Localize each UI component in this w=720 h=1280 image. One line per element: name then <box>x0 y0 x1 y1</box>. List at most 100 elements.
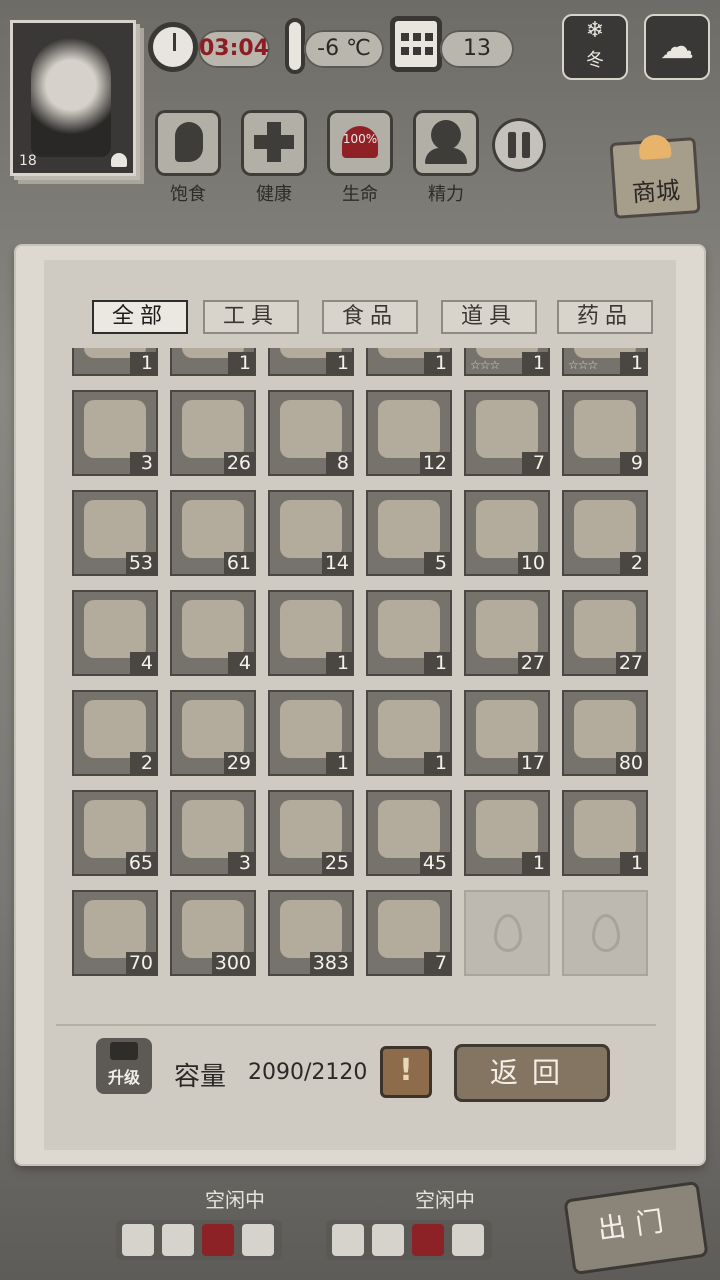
drop-icon <box>494 914 522 952</box>
inventory-slot[interactable]: 1 <box>268 348 354 376</box>
inventory-slot[interactable]: 8 <box>268 390 354 476</box>
season-button[interactable]: ❄ 冬 <box>562 14 628 80</box>
energy-button[interactable] <box>413 110 479 176</box>
inventory-slot[interactable]: 7 <box>464 390 550 476</box>
coal-item-icon <box>476 500 538 558</box>
stomach-icon <box>175 122 203 162</box>
inventory-slot[interactable]: 4 <box>170 590 256 676</box>
character-level: 18 <box>19 153 37 169</box>
item-count: 1 <box>424 752 450 774</box>
item-count: 3 <box>130 452 156 474</box>
inventory-slot[interactable]: 61 <box>170 490 256 576</box>
inventory-slot[interactable]: 4 <box>72 590 158 676</box>
person-icon <box>431 120 461 150</box>
inventory-grid[interactable]: 1 1 1 1 ☆☆☆ 1 ☆☆☆ 1 3 26 8 12 7 9 53 61 14 5 10 2 4 4 1 1 27 27 2 2… <box>72 348 648 998</box>
inventory-slot[interactable]: ☆☆☆ 1 <box>464 348 550 376</box>
inventory-slot[interactable]: 1 <box>268 690 354 776</box>
tab-medicine[interactable]: 药品 <box>557 300 653 334</box>
inventory-slot[interactable]: 1 <box>268 590 354 676</box>
tab-props[interactable]: 道具 <box>441 300 537 334</box>
companion-stats-2[interactable] <box>326 1220 492 1260</box>
heart-icon: 100% <box>342 126 378 158</box>
inventory-slot[interactable]: 3 <box>72 390 158 476</box>
inventory-slot[interactable]: 26 <box>170 390 256 476</box>
inventory-slot[interactable]: 12 <box>366 390 452 476</box>
item-count: 29 <box>223 752 254 774</box>
tab-food[interactable]: 食品 <box>322 300 418 334</box>
inventory-slot[interactable]: 7 <box>366 890 452 976</box>
item-stars: ☆☆☆ <box>470 358 500 372</box>
item-count: 300 <box>211 952 254 974</box>
snowflake-icon: ❄ <box>585 18 605 43</box>
life-button[interactable]: 100% <box>327 110 393 176</box>
stone-item-icon <box>574 500 636 558</box>
weather-button[interactable]: ☁ <box>644 14 710 80</box>
empty-slot[interactable] <box>562 890 648 976</box>
inventory-slot[interactable]: 1 <box>562 790 648 876</box>
tab-all[interactable]: 全部 <box>92 300 188 334</box>
item-count: 65 <box>125 852 156 874</box>
hunger-button[interactable] <box>155 110 221 176</box>
inventory-slot[interactable]: 3 <box>170 790 256 876</box>
inventory-slot[interactable]: 10 <box>464 490 550 576</box>
character-face-icon <box>31 37 111 157</box>
inventory-slot[interactable]: 27 <box>464 590 550 676</box>
item-count: 1 <box>620 852 646 874</box>
inventory-slot[interactable]: 1 <box>366 590 452 676</box>
fishing-rod-item-icon <box>574 800 636 858</box>
item-count: 9 <box>620 452 646 474</box>
tab-tools[interactable]: 工具 <box>203 300 299 334</box>
exit-button[interactable]: 出门 <box>563 1180 709 1276</box>
inventory-slot[interactable]: 5 <box>366 490 452 576</box>
shop-button[interactable]: 商城 <box>609 133 701 219</box>
inventory-slot[interactable]: 2 <box>72 690 158 776</box>
season-label: 冬 <box>586 50 604 71</box>
character-portrait[interactable]: 18 <box>10 20 136 176</box>
mushroom-item-icon <box>574 600 636 658</box>
inventory-slot[interactable]: 70 <box>72 890 158 976</box>
item-count: 61 <box>223 552 254 574</box>
upgrade-label: 升级 <box>107 1068 140 1087</box>
heart-icon <box>412 1224 444 1256</box>
item-count: 10 <box>517 552 548 574</box>
inventory-slot[interactable]: 80 <box>562 690 648 776</box>
back-button[interactable]: 返回 <box>454 1044 610 1102</box>
time-pill: 03:04 <box>198 30 270 68</box>
inventory-slot[interactable]: 65 <box>72 790 158 876</box>
inventory-slot[interactable]: 45 <box>366 790 452 876</box>
inventory-slot[interactable]: 9 <box>562 390 648 476</box>
inventory-slot[interactable]: 27 <box>562 590 648 676</box>
inventory-slot[interactable]: 14 <box>268 490 354 576</box>
inventory-slot[interactable]: 383 <box>268 890 354 976</box>
item-count: 1 <box>228 352 254 374</box>
day-pill: 13 <box>440 30 514 68</box>
craft-box-item-icon <box>378 800 440 858</box>
inventory-slot[interactable]: 2 <box>562 490 648 576</box>
item-count: 4 <box>228 652 254 674</box>
inventory-slot[interactable]: 300 <box>170 890 256 976</box>
capacity-label: 容量 <box>174 1062 227 1092</box>
companion-stats-1[interactable] <box>116 1220 282 1260</box>
salt-powder-item-icon <box>476 600 538 658</box>
health-button[interactable] <box>241 110 307 176</box>
inventory-slot[interactable]: 1 <box>366 348 452 376</box>
pause-button[interactable] <box>492 118 546 172</box>
inventory-slot[interactable]: 25 <box>268 790 354 876</box>
inventory-slot[interactable]: 17 <box>464 690 550 776</box>
inventory-slot[interactable]: ☆☆☆ 1 <box>562 348 648 376</box>
inventory-slot[interactable]: 1 <box>72 348 158 376</box>
inventory-slot[interactable]: 1 <box>464 790 550 876</box>
warning-button[interactable]: ! <box>380 1046 432 1098</box>
medical-box-item-icon <box>84 800 146 858</box>
item-count: 27 <box>615 652 646 674</box>
sticks-item-icon <box>84 400 146 458</box>
wheat-item-icon <box>476 400 538 458</box>
inventory-slot[interactable]: 29 <box>170 690 256 776</box>
item-count: 7 <box>424 952 450 974</box>
inventory-slot[interactable]: 1 <box>170 348 256 376</box>
inventory-slot[interactable]: 53 <box>72 490 158 576</box>
upgrade-button[interactable]: 升级 <box>96 1038 152 1094</box>
inventory-slot[interactable]: 1 <box>366 690 452 776</box>
item-count: 8 <box>326 452 352 474</box>
empty-slot[interactable] <box>464 890 550 976</box>
